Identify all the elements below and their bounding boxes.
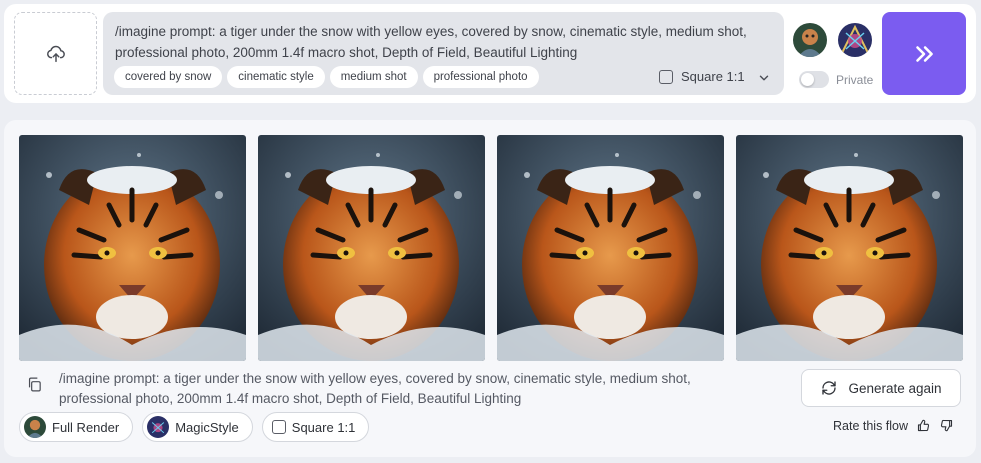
result-image[interactable] — [736, 135, 963, 361]
model-avatar-full-render[interactable] — [793, 23, 827, 57]
prompt-panel: /imagine prompt: a tiger under the snow … — [4, 4, 976, 103]
prompt-text[interactable]: /imagine prompt: a tiger under the snow … — [115, 21, 755, 63]
thumbs-down-icon[interactable] — [939, 418, 954, 433]
square-chip[interactable]: Square 1:1 — [261, 412, 370, 442]
result-meta-chips: Full Render MagicStyle Square 1:1 — [19, 412, 370, 442]
private-toggle-group: Private — [799, 71, 873, 88]
square-checkbox[interactable] — [271, 420, 286, 434]
result-image[interactable] — [497, 135, 724, 361]
full-render-label: Full Render — [52, 419, 120, 435]
result-image[interactable] — [19, 135, 246, 361]
thumbs-up-icon[interactable] — [916, 418, 931, 433]
refresh-icon — [822, 381, 837, 395]
double-chevron-right-icon — [916, 45, 933, 62]
prompt-chip[interactable]: medium shot — [329, 66, 418, 88]
generate-again-button[interactable]: Generate again — [801, 369, 961, 407]
model-avatar-magicstyle[interactable] — [838, 23, 872, 57]
rate-flow: Rate this flow — [833, 418, 954, 433]
result-panel: /imagine prompt: a tiger under the snow … — [4, 120, 976, 457]
magicstyle-chip[interactable]: MagicStyle — [142, 412, 253, 442]
magicstyle-label: MagicStyle — [175, 419, 239, 435]
magicstyle-avatar — [147, 416, 170, 438]
result-prompt-text: /imagine prompt: a tiger under the snow … — [59, 371, 691, 406]
aspect-label: Square 1:1 — [681, 69, 745, 84]
copy-icon[interactable] — [26, 376, 43, 393]
generate-button[interactable] — [882, 12, 966, 95]
private-label: Private — [836, 72, 874, 87]
full-render-avatar — [24, 416, 46, 438]
aspect-square-option[interactable]: Square 1:1 — [659, 69, 745, 84]
generate-again-label: Generate again — [848, 380, 942, 396]
prompt-input[interactable]: /imagine prompt: a tiger under the snow … — [103, 12, 784, 95]
aspect-checkbox[interactable] — [659, 69, 673, 84]
chevron-down-icon[interactable] — [757, 71, 771, 85]
square-label: Square 1:1 — [291, 419, 356, 435]
rate-label: Rate this flow — [833, 418, 909, 433]
prompt-chips: covered by snow cinematic style medium s… — [114, 66, 539, 88]
full-render-chip[interactable]: Full Render — [19, 412, 134, 442]
prompt-chip[interactable]: cinematic style — [227, 66, 325, 88]
private-toggle[interactable] — [799, 71, 829, 88]
upload-button[interactable] — [14, 12, 97, 95]
result-image[interactable] — [258, 135, 485, 361]
result-images — [19, 135, 963, 361]
prompt-chip[interactable]: covered by snow — [114, 66, 223, 88]
prompt-chip[interactable]: professional photo — [422, 66, 539, 88]
upload-icon — [46, 45, 65, 62]
